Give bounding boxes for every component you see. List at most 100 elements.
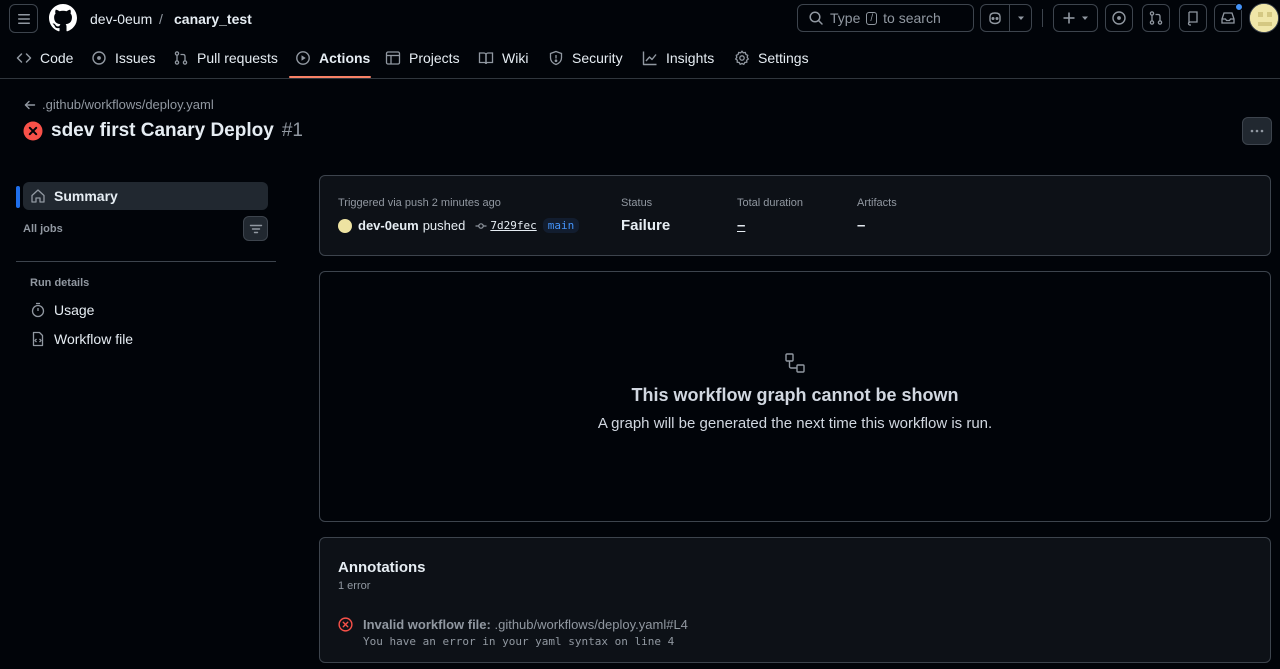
search-icon: [809, 11, 823, 25]
commit-sha: 7d29fec: [490, 219, 537, 232]
user-avatar[interactable]: [1249, 3, 1279, 33]
artifacts-label: Artifacts: [857, 197, 897, 209]
kebab-horizontal-icon: [1250, 129, 1264, 133]
tab-label: Insights: [666, 50, 715, 66]
active-tab-indicator: [289, 76, 371, 78]
search-input[interactable]: Type / to search: [797, 4, 974, 32]
run-title-row: sdev first Canary Deploy #1: [23, 120, 303, 142]
create-new-button[interactable]: [1053, 4, 1098, 32]
breadcrumb-repo[interactable]: canary_test: [174, 11, 252, 27]
tab-label: Settings: [758, 50, 809, 66]
repo-icon: [1187, 11, 1198, 26]
tab-insights[interactable]: Insights: [642, 38, 714, 78]
workflow-graph-panel: This workflow graph cannot be shown A gr…: [319, 271, 1271, 522]
search-shortcut-key: /: [866, 11, 878, 25]
annotation-error-type: Invalid workflow file:: [363, 617, 491, 632]
menu-button[interactable]: [9, 4, 38, 33]
table-icon: [385, 51, 401, 65]
issue-opened-icon: [92, 51, 106, 65]
code-icon: [16, 53, 32, 63]
run-details-heading: Run details: [30, 277, 90, 289]
tab-label: Projects: [409, 50, 460, 66]
git-pull-request-icon: [174, 51, 188, 65]
actor-name[interactable]: dev-0eum: [358, 218, 419, 233]
plus-icon: [1063, 12, 1074, 24]
duration-label: Total duration: [737, 197, 804, 209]
search-prefix: Type: [830, 10, 861, 26]
inbox-icon: [1221, 12, 1235, 24]
tab-label: Pull requests: [197, 50, 278, 66]
annotations-count: 1 error: [338, 580, 371, 592]
artifacts-value: –: [857, 217, 866, 234]
tab-code[interactable]: Code: [16, 38, 73, 78]
copilot-icon: [989, 12, 1001, 25]
repositories-button[interactable]: [1179, 4, 1207, 32]
breadcrumb-owner[interactable]: dev-0eum: [90, 11, 152, 27]
triangle-down-icon: [1017, 16, 1024, 20]
hamburger-icon: [17, 13, 30, 24]
graph-empty-subtitle: A graph will be generated the next time …: [597, 415, 993, 432]
app-header: dev-0eum / canary_test Type / to search: [0, 0, 1280, 79]
tab-label: Issues: [115, 50, 156, 66]
triangle-down-icon: [1081, 16, 1088, 20]
filter-icon: [249, 224, 262, 233]
copilot-button[interactable]: [981, 5, 1010, 31]
push-info: dev-0eum pushed 7d29fec main: [338, 218, 580, 233]
filter-jobs-button[interactable]: [243, 216, 268, 241]
tab-wiki[interactable]: Wiki: [478, 38, 528, 78]
sidebar-item-label: Workflow file: [54, 331, 134, 347]
workflow-icon: [784, 352, 806, 374]
book-icon: [478, 52, 494, 65]
search-suffix: to search: [883, 10, 941, 26]
repo-tabs: Code Issues Pull requests Actions Projec…: [0, 38, 1280, 79]
header-divider: [1042, 9, 1043, 27]
tab-projects[interactable]: Projects: [385, 38, 460, 78]
tab-security[interactable]: Security: [548, 38, 623, 78]
file-code-icon: [32, 331, 44, 347]
copilot-button-group: [980, 4, 1032, 32]
workflow-back-link[interactable]: .github/workflows/deploy.yaml: [24, 97, 214, 112]
sidebar-item-label: Summary: [54, 188, 118, 204]
git-pull-request-icon: [1149, 11, 1163, 25]
actor-avatar[interactable]: [338, 218, 352, 233]
tab-pull-requests[interactable]: Pull requests: [173, 38, 278, 78]
breadcrumb-separator: /: [159, 11, 163, 27]
tab-label: Wiki: [502, 50, 529, 66]
sidebar-item-workflow-file[interactable]: Workflow file: [30, 331, 133, 347]
sidebar-active-indicator: [16, 186, 20, 208]
pull-requests-button[interactable]: [1142, 4, 1170, 32]
git-commit-icon: [475, 222, 487, 229]
x-circle-fill-icon: [23, 121, 43, 141]
run-summary-card: Triggered via push 2 minutes ago dev-0eu…: [319, 175, 1271, 256]
sidebar-item-label: Usage: [54, 302, 95, 318]
graph-empty-title: This workflow graph cannot be shown: [631, 385, 959, 405]
tab-settings[interactable]: Settings: [734, 38, 809, 78]
annotation-message: You have an error in your yaml syntax on…: [363, 635, 675, 648]
commit-link[interactable]: 7d29fec: [475, 219, 537, 232]
graph-icon: [642, 51, 657, 66]
tab-label: Security: [572, 50, 623, 66]
stopwatch-icon: [31, 302, 45, 318]
tab-actions[interactable]: Actions: [295, 38, 370, 78]
issues-button[interactable]: [1105, 4, 1133, 32]
more-options-button[interactable]: [1242, 117, 1272, 145]
run-number: #1: [281, 120, 303, 141]
sidebar-item-usage[interactable]: Usage: [30, 302, 94, 318]
annotations-title: Annotations: [338, 559, 426, 576]
arrow-left-icon: [24, 100, 36, 109]
play-icon: [296, 51, 310, 65]
annotation-path: .github/workflows/deploy.yaml#L4: [494, 617, 688, 632]
tab-issues[interactable]: Issues: [91, 38, 155, 78]
github-logo-icon[interactable]: [49, 4, 77, 32]
duration-value[interactable]: –: [737, 217, 745, 234]
sidebar-item-summary[interactable]: Summary: [23, 182, 268, 210]
shield-icon: [549, 50, 563, 66]
trigger-label: Triggered via push 2 minutes ago: [338, 197, 501, 209]
copilot-dropdown-button[interactable]: [1010, 5, 1031, 31]
branch-label[interactable]: main: [542, 218, 580, 233]
all-jobs-heading: All jobs: [23, 223, 63, 235]
status-value: Failure: [621, 217, 671, 234]
gear-icon: [734, 50, 750, 66]
status-label: Status: [621, 197, 653, 209]
annotation-item-title[interactable]: Invalid workflow file: .github/workflows…: [363, 617, 688, 632]
